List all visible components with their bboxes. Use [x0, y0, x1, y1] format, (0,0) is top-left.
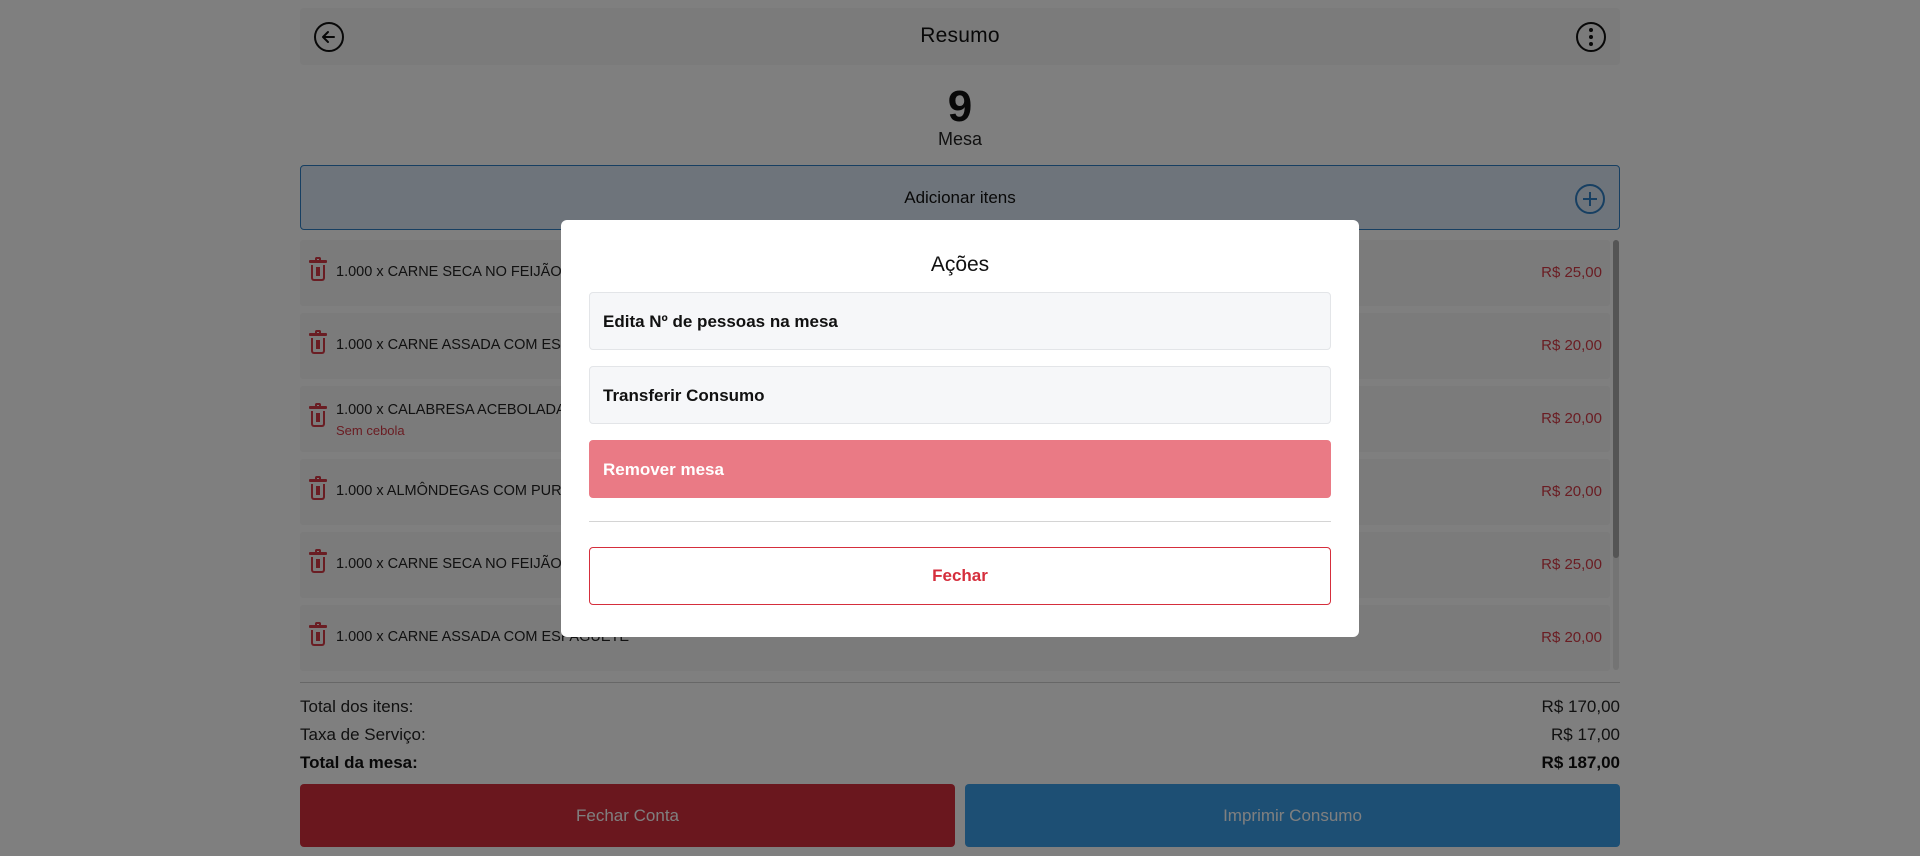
edit-people-label: Edita Nº de pessoas na mesa — [603, 312, 838, 331]
modal-title: Ações — [930, 253, 990, 276]
modal-close-button[interactable]: Fechar — [589, 547, 1331, 605]
remove-table-button[interactable]: Remover mesa — [589, 440, 1331, 498]
actions-modal: Ações Edita Nº de pessoas na mesa Transf… — [561, 220, 1359, 637]
modal-close-label: Fechar — [932, 566, 988, 585]
transfer-consumption-label: Transferir Consumo — [603, 386, 765, 405]
transfer-consumption-button[interactable]: Transferir Consumo — [589, 366, 1331, 424]
edit-people-button[interactable]: Edita Nº de pessoas na mesa — [589, 292, 1331, 350]
modal-divider — [589, 521, 1331, 522]
remove-table-label: Remover mesa — [603, 460, 724, 479]
